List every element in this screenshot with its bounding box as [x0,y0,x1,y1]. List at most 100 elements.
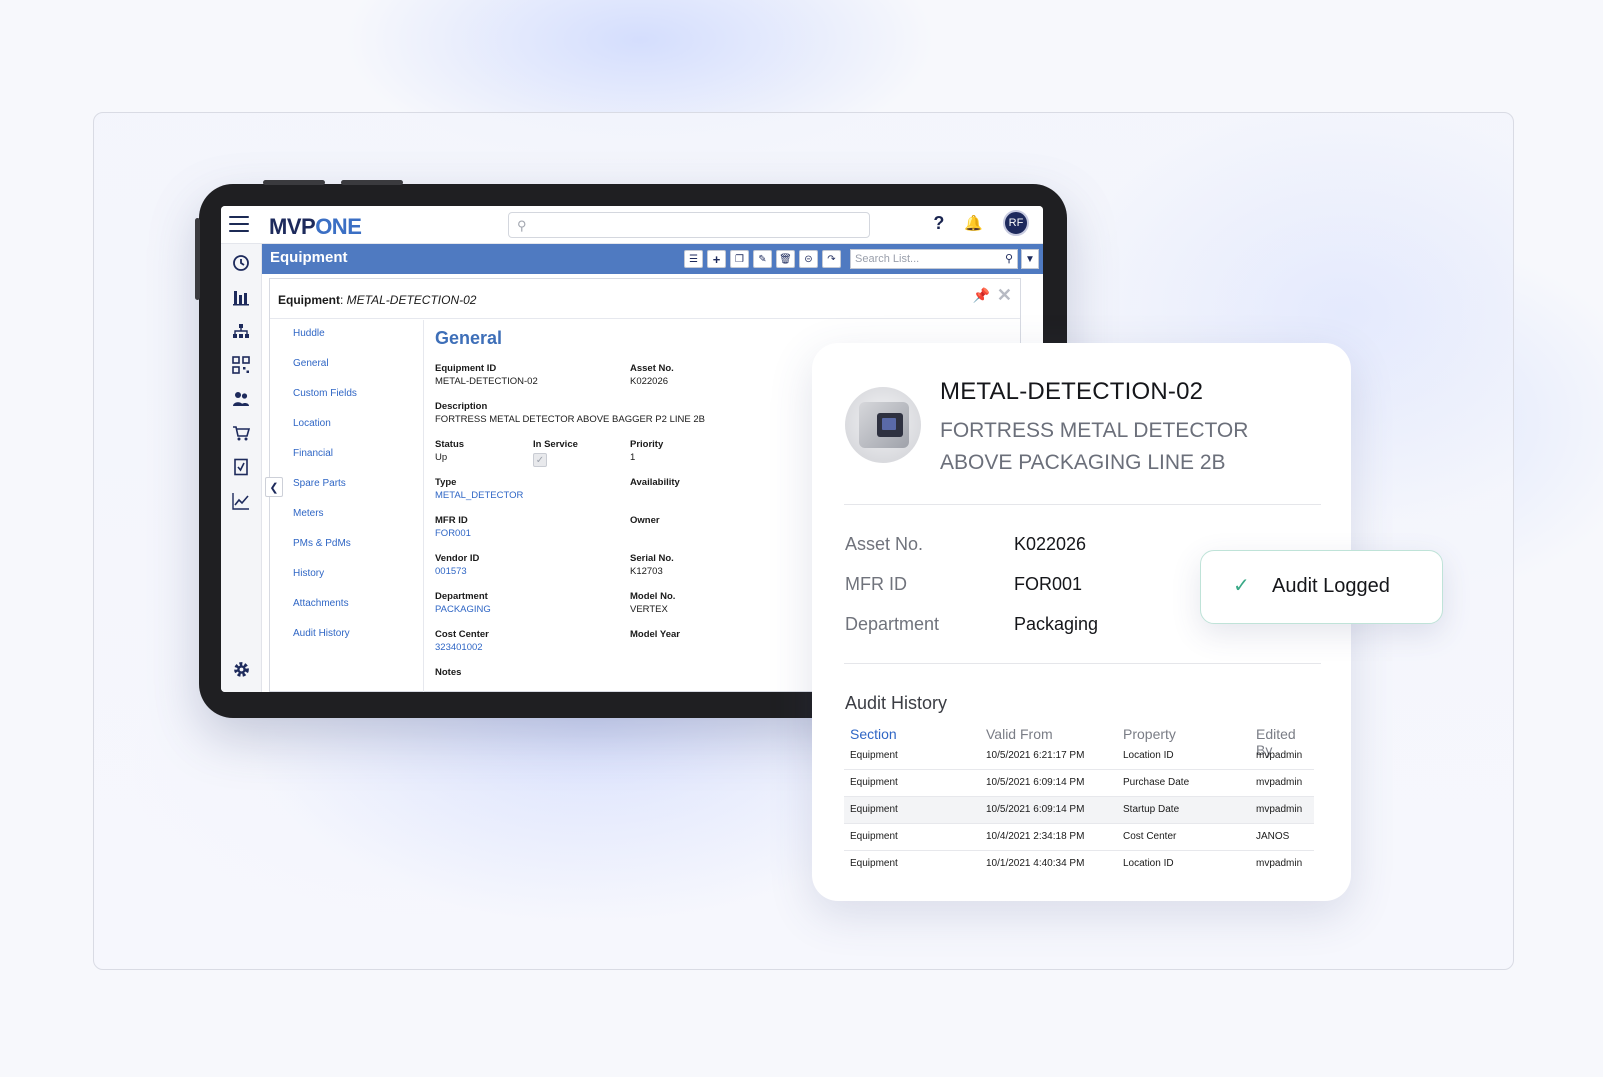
field-model-no: VERTEX [630,604,668,615]
field-label: Department [435,591,488,602]
sidebar [221,244,262,692]
field-label: Asset No. [630,363,674,374]
collapse-nav-button[interactable]: ❮ [265,477,283,497]
dialog-header: Equipment: METAL-DETECTION-02 📌 ✕ [270,279,1020,319]
minus-icon[interactable]: ⊝ [799,250,818,268]
bar-chart-icon[interactable] [230,286,252,308]
history-icon[interactable] [230,252,252,274]
hierarchy-icon[interactable] [230,320,252,342]
detail-value: FOR001 [1014,574,1083,594]
field-priority: 1 [630,452,636,463]
table-row[interactable]: Equipment 10/5/2021 6:21:17 PM Location … [844,743,1314,770]
add-icon[interactable]: + [707,250,726,268]
field-label: In Service [533,439,578,450]
qr-code-icon[interactable] [230,354,252,376]
help-icon[interactable]: ? [933,213,944,234]
filter-icon[interactable]: ▼ [1021,249,1039,269]
field-label: Cost Center [435,629,489,640]
copy-icon[interactable]: ❐ [730,250,749,268]
tablet-side-button [195,218,200,300]
dialog-nav: Huddle General Custom Fields Location Fi… [270,320,424,692]
nav-item-huddle[interactable]: Huddle [293,328,325,339]
detail-value: Packaging [1014,614,1099,634]
field-label: Vendor ID [435,553,480,564]
settings-icon[interactable] [230,658,252,680]
field-label: Notes [435,667,462,678]
detail-label: MFR ID [845,574,907,594]
divider [844,663,1321,664]
field-label: Type [435,477,457,488]
nav-item-attachments[interactable]: Attachments [293,598,349,609]
field-label: Serial No. [630,553,674,564]
column-header-section[interactable]: Section [850,726,897,742]
checkmark-icon: ✓ [1233,575,1250,597]
table-row[interactable]: Equipment 10/5/2021 6:09:14 PM Startup D… [844,797,1314,824]
field-description: FORTRESS METAL DETECTOR ABOVE BAGGER P2 … [435,414,705,425]
in-service-checkbox[interactable]: ✓ [533,453,547,467]
detail-value: K022026 [1014,534,1087,554]
trend-icon[interactable] [230,490,252,512]
field-label: MFR ID [435,515,468,526]
top-bar: MVPONE ⚲ ? 🔔 RF [221,206,1043,244]
global-search-input[interactable]: ⚲ [508,212,870,238]
dialog-title: Equipment: METAL-DETECTION-02 [278,293,477,307]
field-label: Availability [630,477,680,488]
nav-item-spare-parts[interactable]: Spare Parts [293,478,346,489]
audit-logged-toast: ✓ Audit Logged [1200,550,1443,624]
nav-item-financial[interactable]: Financial [293,448,333,459]
nav-item-custom-fields[interactable]: Custom Fields [293,388,357,399]
tablet-button [341,180,403,185]
module-toolbar: ☰ + ❐ ✎ 🗑 ⊝ ↷ [684,250,841,268]
field-label: Equipment ID [435,363,497,374]
list-icon[interactable]: ☰ [684,250,703,268]
edit-icon[interactable]: ✎ [753,250,772,268]
table-row[interactable]: Equipment 10/1/2021 4:40:34 PM Location … [844,851,1314,878]
field-status: Up [435,452,448,463]
field-cost-center-link[interactable]: 323401002 [435,642,483,653]
nav-item-history[interactable]: History [293,568,324,579]
users-icon[interactable] [230,388,252,410]
card-description: FORTRESS METAL DETECTOR ABOVE PACKAGING … [940,419,1249,474]
close-icon[interactable]: ✕ [997,285,1012,306]
search-icon[interactable]: ⚲ [1005,252,1013,265]
detail-label: Asset No. [845,534,924,554]
field-vendor-id-link[interactable]: 001573 [435,566,467,577]
nav-item-general[interactable]: General [293,358,329,369]
module-title: Equipment [270,249,348,266]
field-mfr-id-link[interactable]: FOR001 [435,528,471,539]
pin-icon[interactable]: 📌 [973,287,990,304]
nav-item-meters[interactable]: Meters [293,508,324,519]
nav-item-location[interactable]: Location [293,418,331,429]
module-header: Equipment ☰ + ❐ ✎ 🗑 ⊝ ↷ Search List... ⚲… [262,244,1043,274]
field-label: Priority [630,439,664,450]
detail-label: Department [845,614,940,634]
nav-item-pms-pdms[interactable]: PMs & PdMs [293,538,351,549]
nav-item-audit-history[interactable]: Audit History [293,628,350,639]
equipment-thumbnail [845,387,921,463]
notification-bell-icon[interactable]: 🔔 [964,214,983,232]
table-row[interactable]: Equipment 10/4/2021 2:34:18 PM Cost Cent… [844,824,1314,851]
table-row[interactable]: Equipment 10/5/2021 6:09:14 PM Purchase … [844,770,1314,797]
field-department-link[interactable]: PACKAGING [435,604,491,615]
field-equipment-id: METAL-DETECTION-02 [435,376,538,387]
card-title: METAL-DETECTION-02 [940,378,1204,405]
list-search-input[interactable]: Search List... ⚲ [850,249,1018,269]
user-avatar[interactable]: RF [1003,210,1029,236]
field-label: Model Year [630,629,680,640]
field-serial-no: K12703 [630,566,663,577]
field-label: Description [435,401,488,412]
column-header-valid-from[interactable]: Valid From [986,726,1053,742]
export-icon[interactable]: ↷ [822,250,841,268]
menu-icon[interactable] [229,216,249,232]
checklist-icon[interactable] [230,456,252,478]
column-header-property[interactable]: Property [1123,726,1176,742]
app-logo[interactable]: MVPONE [269,214,362,240]
field-label: Model No. [630,591,676,602]
delete-icon[interactable]: 🗑 [776,250,795,268]
field-label: Status [435,439,465,450]
divider [844,504,1321,505]
toast-message: Audit Logged [1272,575,1390,597]
tablet-button [263,180,325,185]
field-type-link[interactable]: METAL_DETECTOR [435,490,523,501]
cart-icon[interactable] [230,422,252,444]
